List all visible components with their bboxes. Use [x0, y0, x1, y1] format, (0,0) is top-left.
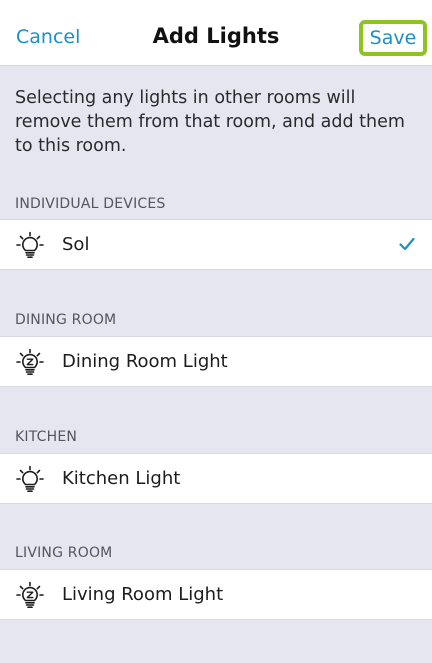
- section-header-living-room: LIVING ROOM: [15, 545, 113, 561]
- list-item-label: Kitchen Light: [62, 468, 181, 489]
- cancel-button[interactable]: Cancel: [16, 25, 80, 49]
- bulb-icon: [16, 231, 44, 259]
- section-header-individual-devices: INDIVIDUAL DEVICES: [15, 196, 166, 212]
- navigation-bar: Cancel Add Lights Save: [0, 0, 432, 66]
- section-header-kitchen: KITCHEN: [15, 429, 78, 445]
- list-item-label: Dining Room Light: [62, 351, 228, 372]
- list-item-living-room-light[interactable]: Living Room Light: [0, 569, 432, 620]
- info-message: Selecting any lights in other rooms will…: [15, 88, 405, 156]
- list-item-sol[interactable]: Sol: [0, 219, 432, 270]
- section-header-dining-room: DINING ROOM: [15, 312, 117, 328]
- list-item-dining-room-light[interactable]: Dining Room Light: [0, 336, 432, 387]
- list-item-label: Living Room Light: [62, 584, 224, 605]
- checkmark-icon: [399, 237, 415, 251]
- zigbee-bulb-icon: [16, 581, 44, 609]
- list-item-label: Sol: [62, 234, 90, 255]
- list-item-kitchen-light[interactable]: Kitchen Light: [0, 453, 432, 504]
- zigbee-bulb-icon: [16, 348, 44, 376]
- bulb-icon: [16, 465, 44, 493]
- save-button[interactable]: Save: [359, 20, 427, 56]
